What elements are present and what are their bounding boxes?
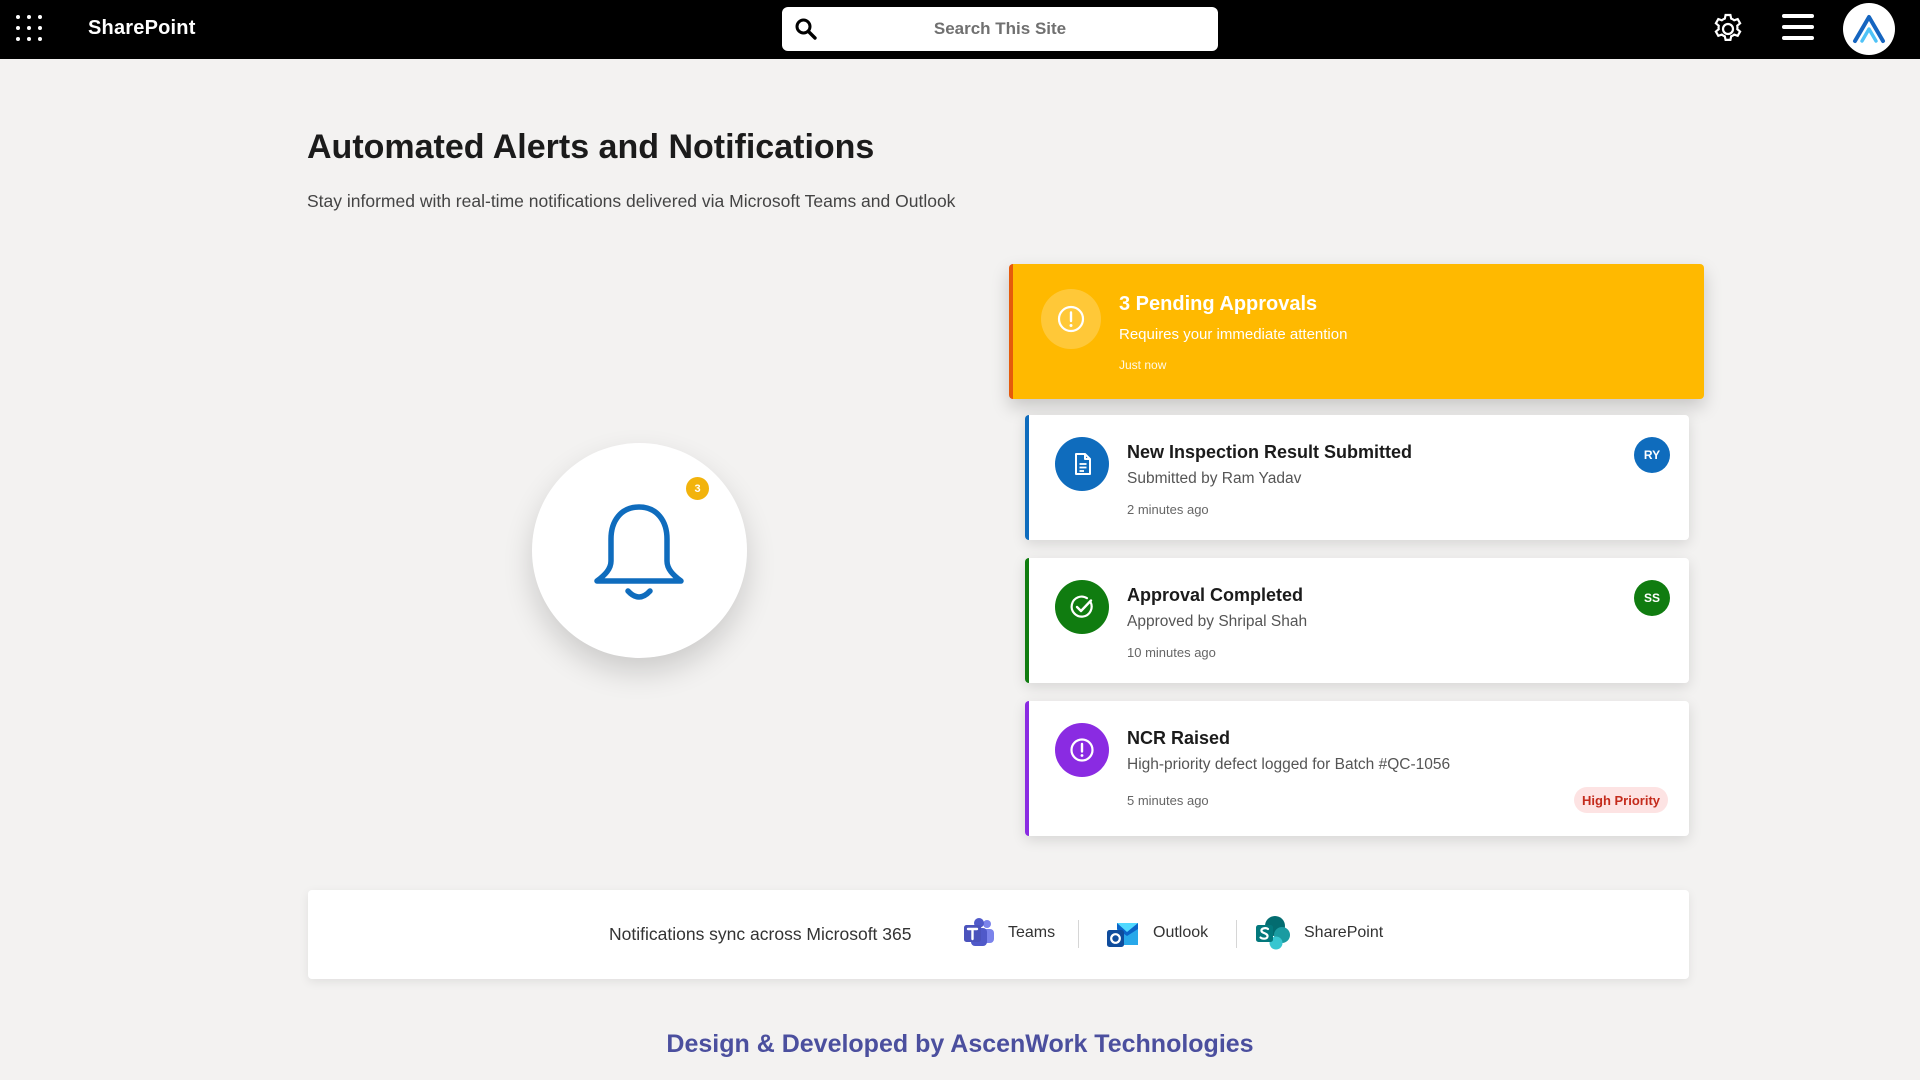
notification-card-inspection[interactable]: New Inspection Result Submitted Submitte…	[1025, 415, 1689, 540]
sharepoint-icon	[1256, 916, 1290, 950]
app-name: Outlook	[1153, 924, 1209, 941]
sharepoint-link[interactable]: SharePoint	[1254, 912, 1383, 954]
teams-link[interactable]: Teams	[962, 912, 1055, 954]
notification-card-approval[interactable]: Approval Completed Approved by Shripal S…	[1025, 558, 1689, 683]
card-title: NCR Raised	[1127, 728, 1231, 748]
card-title: New Inspection Result Submitted	[1127, 442, 1413, 462]
outlook-link[interactable]: Outlook	[1105, 912, 1208, 954]
card-time: 5 minutes ago	[1127, 793, 1209, 808]
menu-icon[interactable]	[1782, 14, 1814, 42]
card-time: 10 minutes ago	[1127, 645, 1216, 660]
check-circle-icon	[1070, 595, 1093, 618]
notification-card-ncr[interactable]: NCR Raised High-priority defect logged f…	[1025, 701, 1689, 836]
app-name: SharePoint	[1304, 924, 1384, 941]
search-icon[interactable]	[794, 17, 818, 41]
divider	[1078, 920, 1079, 948]
alert-time: Just now	[1119, 358, 1167, 372]
notification-count-badge: 3	[684, 475, 711, 502]
card-icon-wrap	[1055, 723, 1109, 777]
priority-badge: High Priority	[1574, 787, 1669, 813]
gear-icon[interactable]	[1710, 11, 1746, 47]
alert-icon-wrap	[1041, 289, 1101, 349]
card-icon-wrap	[1055, 437, 1109, 491]
document-icon	[1075, 453, 1091, 475]
bell-illustration: 3	[532, 443, 747, 658]
card-icon-wrap	[1055, 580, 1109, 634]
avatar[interactable]: RY	[1634, 437, 1670, 473]
footer-credit: Design & Developed by AscenWork Technolo…	[666, 1030, 1254, 1058]
alert-title: 3 Pending Approvals	[1119, 293, 1318, 315]
divider	[1236, 920, 1237, 948]
teams-icon	[964, 918, 994, 946]
exclamation-circle-icon	[1057, 305, 1085, 333]
page-title: Automated Alerts and Notifications	[307, 128, 875, 166]
card-subtitle: Submitted by Ram Yadav	[1127, 470, 1302, 487]
avatar[interactable]: SS	[1634, 580, 1670, 616]
user-avatar[interactable]	[1843, 3, 1895, 55]
search-input[interactable]	[782, 7, 1218, 51]
sync-label: Notifications sync across Microsoft 365	[609, 924, 912, 944]
exclamation-circle-icon	[1070, 738, 1094, 762]
outlook-icon	[1107, 923, 1138, 947]
brand-title[interactable]: SharePoint	[88, 17, 196, 40]
sync-strip: Notifications sync across Microsoft 365 …	[308, 890, 1689, 979]
bell-icon	[594, 504, 684, 600]
card-subtitle: High-priority defect logged for Batch #Q…	[1127, 756, 1451, 773]
ascenwork-logo-icon	[1853, 15, 1885, 43]
alert-subtitle: Requires your immediate attention	[1119, 326, 1348, 343]
card-time: 2 minutes ago	[1127, 502, 1209, 517]
card-subtitle: Approved by Shripal Shah	[1127, 613, 1308, 630]
pending-approvals-alert[interactable]: 3 Pending Approvals Requires your immedi…	[1009, 264, 1704, 399]
app-launcher-icon[interactable]	[16, 15, 42, 41]
top-bar: SharePoint	[0, 0, 1920, 59]
card-title: Approval Completed	[1127, 585, 1304, 605]
search-box[interactable]	[782, 7, 1218, 51]
app-name: Teams	[1008, 924, 1056, 941]
page-subtitle: Stay informed with real-time notificatio…	[307, 191, 956, 211]
